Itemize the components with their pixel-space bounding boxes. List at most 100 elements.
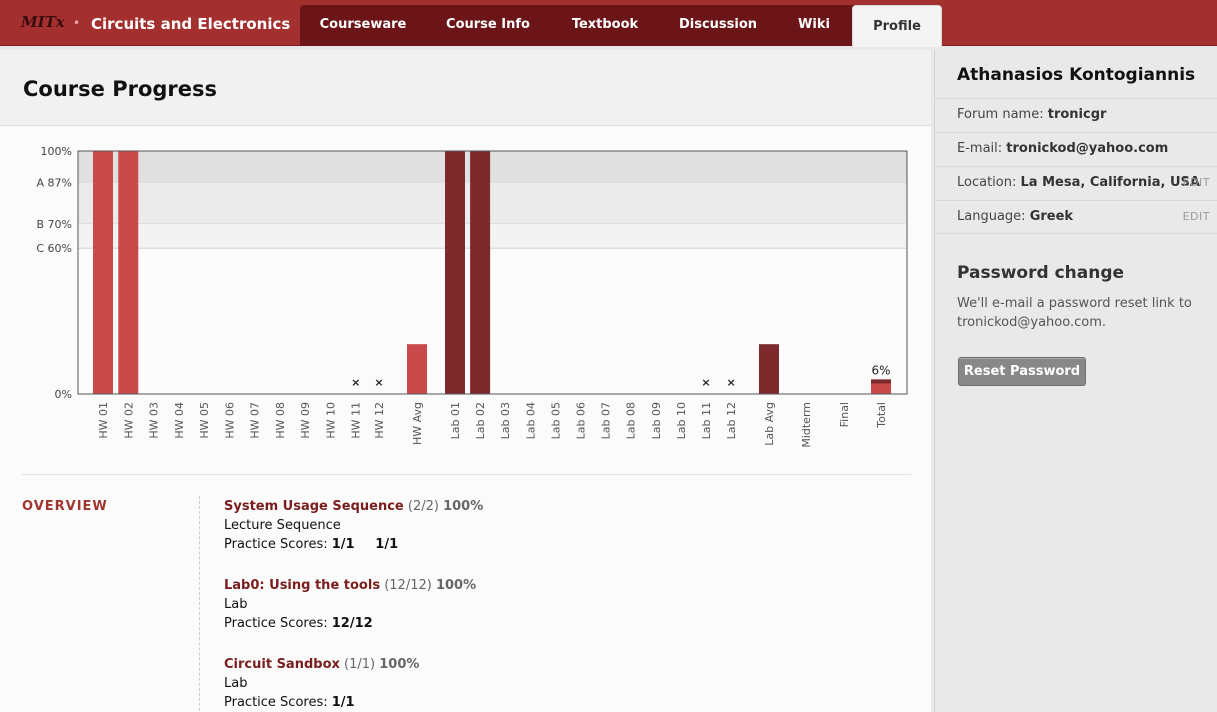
x-tick-label: HW 08 — [274, 402, 287, 439]
language-value: Greek — [1029, 209, 1074, 224]
x-tick-label: Lab 05 — [549, 402, 562, 439]
data-label-total: 6% — [871, 363, 890, 377]
x-tick-label: HW 03 — [148, 402, 161, 439]
overview-divider — [199, 496, 200, 712]
bar-hw-avg — [407, 344, 427, 394]
grade-band — [78, 182, 907, 224]
y-tick-label: C 60% — [36, 242, 72, 255]
user-name: Athanasios Kontogiannis — [957, 65, 1196, 85]
x-tick-label: Lab 11 — [700, 402, 713, 439]
tab-course-info[interactable]: Course Info — [426, 5, 550, 46]
x-tick-label: HW 04 — [173, 402, 186, 439]
x-tick-label: Lab 02 — [474, 402, 487, 439]
y-tick-label: A 87% — [37, 177, 72, 190]
tab-textbook[interactable]: Textbook — [550, 5, 660, 46]
overview-label: OVERVIEW — [22, 499, 108, 514]
x-tick-label: Lab 03 — [499, 402, 512, 439]
location-label: Location: — [957, 175, 1017, 190]
x-tick-label: Lab 06 — [575, 402, 588, 439]
reset-password-button[interactable]: Reset Password — [958, 357, 1086, 386]
section-format: Lab — [224, 676, 248, 691]
x-tick-label: Midterm — [800, 402, 813, 448]
email-label: E-mail: — [957, 141, 1003, 156]
y-tick-label: 100% — [41, 145, 72, 158]
section-circuit-sandbox: Circuit Sandbox (1/1) 100% Lab Practice … — [224, 655, 419, 712]
email-value: tronickod@yahoo.com — [1006, 141, 1169, 156]
x-tick-label: HW 09 — [299, 402, 312, 439]
x-tick-label: Lab 01 — [449, 402, 462, 439]
location-edit-link[interactable]: EDIT — [1183, 167, 1210, 199]
bar-lab-avg — [759, 344, 779, 394]
x-tick-label: HW 02 — [122, 402, 135, 439]
course-tabs: Courseware Course Info Textbook Discussi… — [300, 5, 942, 47]
x-tick-label: HW 05 — [198, 402, 211, 439]
score-value: 1/1 — [331, 537, 355, 552]
mitx-logo[interactable]: MITx — [21, 13, 65, 31]
bar-total-cap — [871, 379, 891, 384]
section-title[interactable]: Circuit Sandbox — [224, 657, 340, 672]
bar-lab-02 — [470, 151, 491, 394]
x-tick-label: Lab 08 — [625, 402, 638, 439]
x-tick-label: Lab 10 — [675, 402, 688, 439]
x-tick-label: Lab 12 — [725, 402, 738, 439]
x-tick-label: HW 06 — [223, 402, 236, 439]
top-navigation-bar: MITx • Circuits and Electronics Coursewa… — [0, 0, 1217, 47]
section-count: (2/2) — [407, 499, 439, 514]
progress-chart: 100% A 87% B 70% C 60% 0% HW 01 HW 02 HW 03 HW 0… — [0, 126, 931, 466]
course-title[interactable]: Circuits and Electronics — [91, 15, 290, 33]
x-tick-label: HW 01 — [97, 402, 110, 439]
score-value: 12/12 — [331, 616, 373, 631]
x-tick-label: HW Avg — [411, 402, 424, 445]
forum-name-value: tronicgr — [1047, 107, 1107, 122]
section-format: Lecture Sequence — [224, 518, 341, 533]
x-tick-label: Final — [838, 402, 851, 427]
divider — [22, 474, 911, 475]
x-tick-label: Lab Avg — [763, 402, 776, 446]
dropped-marker: × — [701, 376, 710, 389]
forum-name-label: Forum name: — [957, 107, 1044, 122]
bar-hw-01 — [93, 151, 113, 394]
forum-name-row: Forum name: tronicgr — [935, 98, 1217, 132]
tab-courseware[interactable]: Courseware — [300, 5, 426, 46]
scores-label: Practice Scores: — [224, 695, 328, 710]
language-row: Language: Greek EDIT — [935, 200, 1217, 234]
email-row: E-mail: tronickod@yahoo.com — [935, 132, 1217, 166]
section-count: (12/12) — [384, 578, 432, 593]
section-percent: 100% — [443, 499, 484, 514]
tab-profile[interactable]: Profile — [852, 5, 942, 47]
section-system-usage: System Usage Sequence (2/2) 100% Lecture… — [224, 497, 483, 554]
x-tick-label: HW 12 — [373, 402, 386, 439]
bar-hw-02 — [118, 151, 139, 394]
section-percent: 100% — [379, 657, 420, 672]
page-title: Course Progress — [23, 77, 218, 101]
bar-lab-01 — [445, 151, 465, 394]
language-label: Language: — [957, 209, 1026, 224]
section-scores: Practice Scores: 1/1 1/1 — [224, 535, 483, 554]
section-title[interactable]: System Usage Sequence — [224, 499, 404, 514]
password-change-title: Password change — [957, 263, 1125, 283]
tab-discussion[interactable]: Discussion — [660, 5, 776, 46]
scores-label: Practice Scores: — [224, 537, 328, 552]
y-tick-label: 0% — [55, 388, 72, 401]
x-tick-label: Lab 09 — [650, 402, 663, 439]
grade-band — [78, 223, 907, 249]
location-value: La Mesa, California, USA — [1020, 175, 1200, 190]
x-tick-label: Total — [875, 402, 888, 429]
section-lab0: Lab0: Using the tools (12/12) 100% Lab P… — [224, 576, 476, 633]
section-scores: Practice Scores: 12/12 — [224, 614, 476, 633]
tab-wiki[interactable]: Wiki — [776, 5, 852, 46]
x-tick-label: HW 11 — [350, 402, 363, 439]
x-tick-label: Lab 04 — [524, 402, 537, 439]
language-edit-link[interactable]: EDIT — [1183, 201, 1210, 233]
title-separator: • — [73, 16, 81, 30]
y-tick-label: B 70% — [37, 218, 73, 231]
dropped-marker: × — [351, 376, 360, 389]
dropped-marker: × — [726, 376, 735, 389]
x-tick-label: Lab 07 — [600, 402, 613, 439]
section-count: (1/1) — [344, 657, 376, 672]
grade-band — [78, 151, 907, 183]
location-row: Location: La Mesa, California, USA EDIT — [935, 166, 1217, 200]
section-title[interactable]: Lab0: Using the tools — [224, 578, 380, 593]
dropped-marker: × — [374, 376, 383, 389]
scores-label: Practice Scores: — [224, 616, 328, 631]
